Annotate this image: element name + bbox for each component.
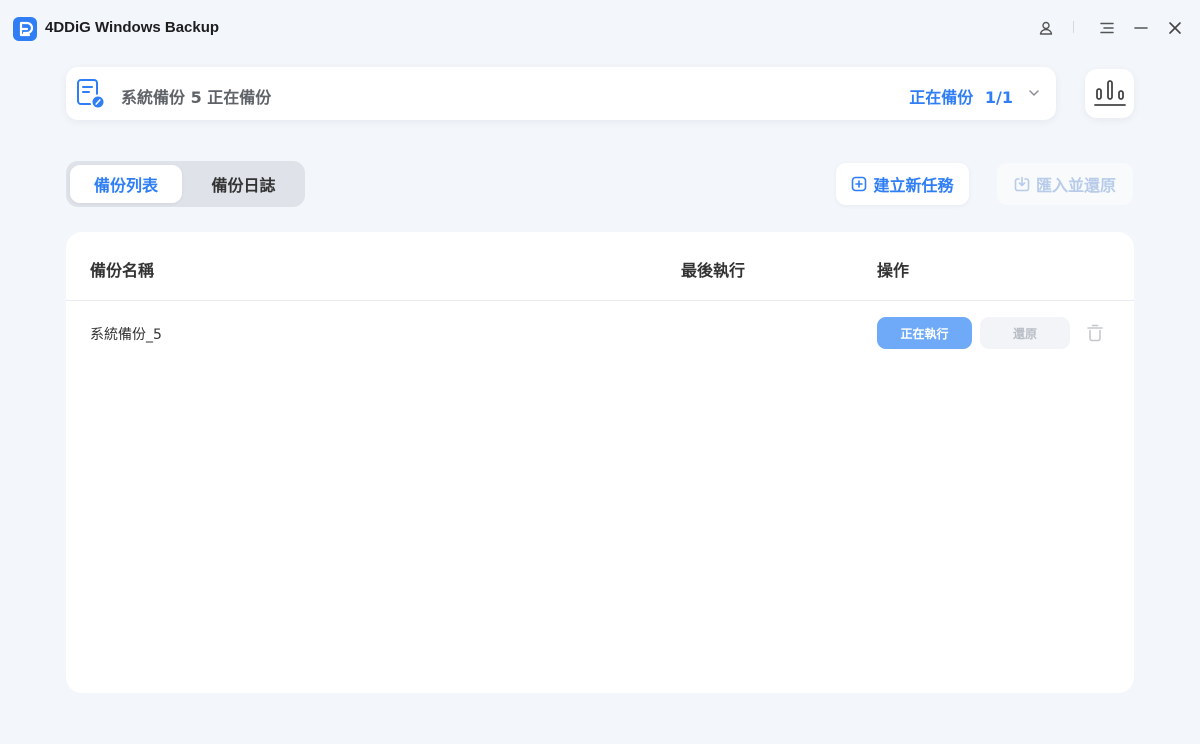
plus-square-icon (852, 176, 867, 192)
progress-label: 正在備份 (909, 88, 974, 107)
4ddig-logo-icon (13, 17, 37, 41)
backup-document-icon (76, 78, 106, 110)
new-task-button[interactable]: 建立新任務 (836, 163, 969, 205)
running-button[interactable]: 正在執行 (877, 317, 972, 349)
tab-backup-log[interactable]: 備份日誌 (186, 165, 301, 203)
progress-count: 1/1 (984, 88, 1013, 107)
title-separator (1073, 21, 1074, 33)
new-task-label: 建立新任務 (873, 176, 954, 195)
close-icon[interactable] (1163, 16, 1187, 40)
progress-status: 正在備份 1/1 (909, 84, 1013, 108)
menu-icon[interactable] (1095, 16, 1119, 40)
import-restore-button[interactable]: 匯入並還原 (997, 163, 1133, 205)
tab-switcher: 備份列表 備份日誌 (66, 161, 305, 207)
minimize-icon[interactable] (1129, 16, 1153, 40)
bar-chart-icon (1094, 80, 1126, 106)
statistics-button[interactable] (1085, 69, 1134, 118)
status-text: 系統備份 5 正在備份 (121, 88, 272, 107)
import-restore-label: 匯入並還原 (1035, 176, 1116, 195)
tab-backup-list[interactable]: 備份列表 (70, 165, 182, 203)
column-actions: 操作 (877, 261, 910, 280)
chevron-down-icon[interactable] (1026, 85, 1042, 101)
column-backup-name: 備份名稱 (90, 261, 155, 280)
column-last-run: 最後執行 (681, 261, 746, 280)
import-icon (1014, 176, 1030, 192)
backup-table: 備份名稱 最後執行 操作 系統備份_5 正在執行 還原 (66, 232, 1134, 693)
restore-button[interactable]: 還原 (980, 317, 1070, 349)
user-icon[interactable] (1034, 16, 1058, 40)
table-row: 系統備份_5 正在執行 還原 (66, 301, 1134, 365)
title-bar: 4DDiG Windows Backup (0, 0, 1200, 58)
trash-icon[interactable] (1084, 322, 1106, 344)
backup-status-banner: 系統備份 5 正在備份 正在備份 1/1 (66, 67, 1056, 120)
backup-name-cell: 系統備份_5 (90, 327, 162, 343)
app-title: 4DDiG Windows Backup (45, 19, 220, 36)
